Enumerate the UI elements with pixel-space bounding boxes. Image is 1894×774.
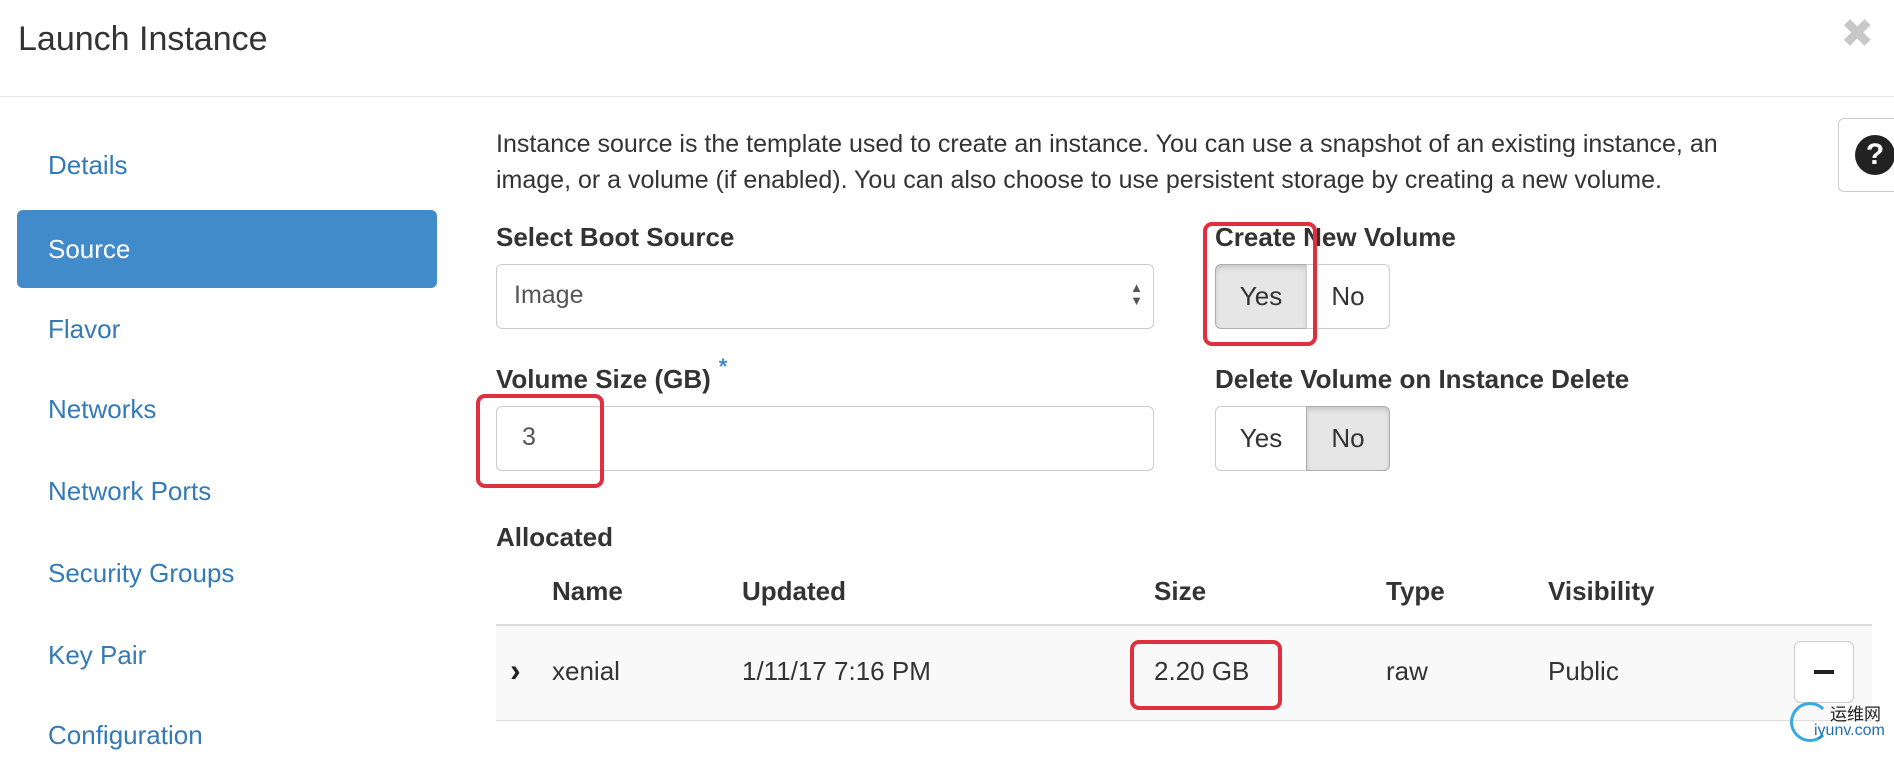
column-header-visibility: Visibility (1548, 576, 1655, 606)
row-name: xenial (552, 656, 620, 686)
close-icon[interactable]: ✖ (1840, 14, 1874, 54)
row-updated: 1/11/17 7:16 PM (742, 656, 931, 686)
boot-source-label: Select Boot Source (496, 222, 735, 252)
column-header-size: Size (1154, 576, 1207, 606)
volume-size-label: Volume Size (GB) * (496, 354, 727, 395)
row-type: raw (1386, 656, 1428, 686)
boot-source-select[interactable]: Image ▲ ▼ (496, 264, 1154, 329)
sidebar-item-details[interactable]: Details (17, 126, 437, 204)
chevron-right-icon[interactable]: › (510, 652, 521, 689)
deallocate-button[interactable] (1794, 641, 1854, 703)
delete-volume-label: Delete Volume on Instance Delete (1215, 364, 1630, 394)
volume-size-value: 3 (522, 423, 536, 451)
delete-volume-yes-button[interactable]: Yes (1215, 406, 1307, 471)
watermark-text-en: iyunv.com (1814, 722, 1885, 739)
boot-source-value: Image (514, 281, 584, 309)
sidebar-item-source[interactable]: Source (17, 210, 437, 288)
minus-icon (1814, 670, 1834, 674)
sidebar-item-networks[interactable]: Networks (17, 370, 437, 448)
row-visibility: Public (1548, 656, 1619, 686)
help-icon: ? (1855, 135, 1894, 175)
row-size: 2.20 GB (1154, 656, 1250, 686)
delete-volume-no-button[interactable]: No (1306, 406, 1390, 471)
help-button[interactable]: ? (1838, 118, 1894, 192)
sidebar-item-network-ports[interactable]: Network Ports (17, 452, 437, 530)
modal-title: Launch Instance (18, 20, 268, 58)
watermark-logo: 运维网 iyunv.com (1790, 700, 1894, 746)
column-header-name: Name (552, 576, 623, 606)
allocated-label: Allocated (496, 522, 614, 552)
volume-size-label-text: Volume Size (GB) (496, 364, 711, 394)
modal-header: Launch Instance ✖ (0, 0, 1894, 97)
sidebar-item-flavor[interactable]: Flavor (17, 290, 437, 368)
source-description: Instance source is the template used to … (496, 130, 1718, 194)
create-volume-no-button[interactable]: No (1306, 264, 1390, 329)
sidebar-item-key-pair[interactable]: Key Pair (17, 616, 437, 694)
create-volume-label: Create New Volume (1215, 222, 1456, 252)
sidebar-item-configuration[interactable]: Configuration (17, 696, 437, 774)
create-volume-yes-button[interactable]: Yes (1215, 264, 1307, 329)
select-arrows-icon: ▲ ▼ (1130, 280, 1143, 308)
required-asterisk: * (718, 354, 728, 379)
column-header-updated: Updated (742, 576, 846, 606)
column-header-type: Type (1386, 576, 1445, 606)
sidebar-item-security-groups[interactable]: Security Groups (17, 534, 437, 612)
volume-size-input[interactable]: 3 (496, 406, 1154, 471)
